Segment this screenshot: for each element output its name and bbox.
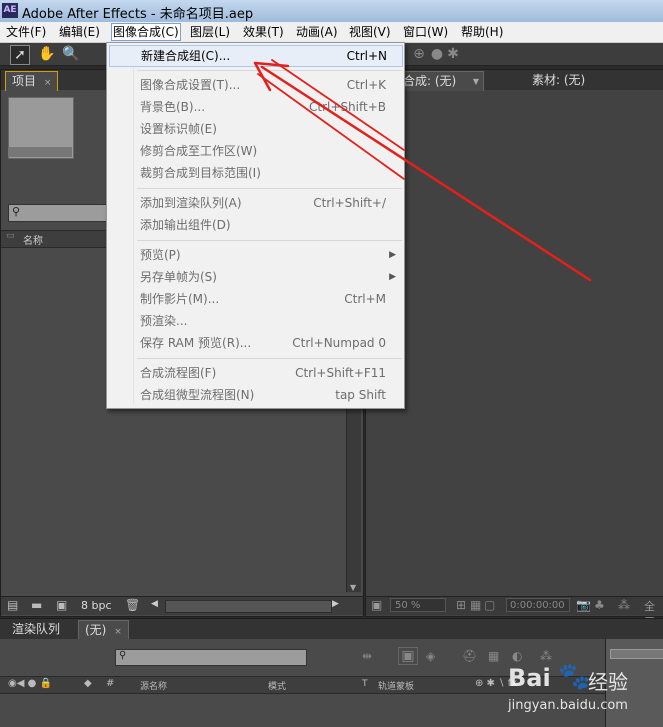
paw-icon: 🐾	[558, 662, 591, 692]
watermark-url: jingyan.baidu.com	[508, 698, 628, 713]
watermark-logo: Bai	[508, 664, 551, 692]
annotation-arrow	[253, 59, 592, 282]
arrow-shaft	[260, 65, 592, 282]
watermark-text: 经验	[588, 670, 628, 694]
baidu-watermark: Bai 🐾 经验 jingyan.baidu.com	[500, 660, 660, 720]
